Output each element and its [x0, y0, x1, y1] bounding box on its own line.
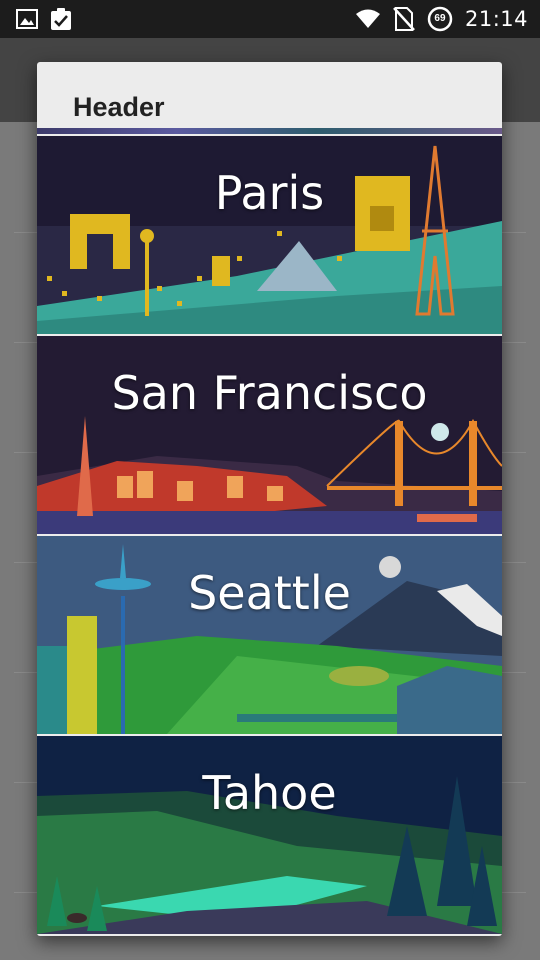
city-label-seattle: Seattle — [188, 566, 351, 620]
image-icon — [16, 9, 38, 29]
no-sim-icon — [393, 7, 415, 31]
city-item-seattle[interactable]: Seattle — [37, 536, 502, 734]
city-label-paris: Paris — [214, 166, 325, 220]
city-item-tahoe[interactable]: Tahoe — [37, 736, 502, 934]
data-saver-icon: 69 — [427, 6, 453, 32]
city-list: Paris San Francisco Seattle Tahoe — [37, 136, 502, 936]
city-label-tahoe: Tahoe — [202, 766, 337, 820]
clock: 21:14 — [464, 7, 528, 31]
dialog-header: Header — [37, 62, 502, 134]
city-item-paris[interactable]: Paris — [37, 136, 502, 334]
city-picker-dialog: Header Paris San Francisco Seattle Tahoe — [37, 62, 502, 936]
city-item-san-francisco[interactable]: San Francisco — [37, 336, 502, 534]
clipboard-check-icon — [50, 7, 72, 31]
city-label-san-francisco: San Francisco — [111, 366, 428, 420]
data-saver-badge: 69 — [434, 13, 446, 24]
header-image-strip — [37, 128, 502, 134]
status-bar: 69 21:14 — [0, 0, 540, 38]
dialog-title: Header — [73, 92, 165, 122]
wifi-icon — [355, 9, 381, 29]
